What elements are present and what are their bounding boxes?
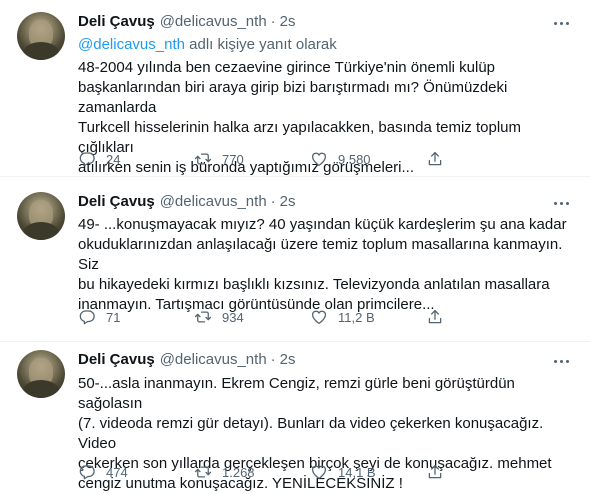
- reply-icon: [79, 152, 95, 167]
- share-icon: [428, 464, 442, 479]
- more-options-icon[interactable]: [550, 352, 572, 370]
- reply-count: 474: [106, 464, 128, 480]
- more-options-icon[interactable]: [550, 14, 572, 32]
- like-count: 14,1 B: [338, 464, 376, 480]
- share-button[interactable]: [426, 308, 454, 326]
- author-name[interactable]: Deli Çavuş: [78, 351, 155, 368]
- timestamp[interactable]: 2s: [280, 193, 296, 210]
- retweet-button[interactable]: 770: [194, 150, 310, 168]
- avatar[interactable]: [17, 192, 65, 240]
- retweet-icon: [194, 311, 212, 323]
- share-button[interactable]: [426, 463, 454, 481]
- reply-icon: [79, 465, 95, 480]
- share-icon: [428, 151, 442, 166]
- reply-mention-link[interactable]: @delicavus_nth: [78, 36, 185, 53]
- tweet-actions: 71 934 11,2 B: [78, 308, 518, 326]
- tweet-actions: 474 1.268 14,1 B: [78, 463, 518, 481]
- tweet-2[interactable]: Deli Çavuş @delicavus_nth · 2s 49- ...ko…: [0, 177, 590, 341]
- tweet-text: 49- ...konuşmayacak mıyız? 40 yaşından k…: [78, 216, 567, 313]
- tweet-1[interactable]: Deli Çavuş @delicavus_nth · 2s @delicavu…: [0, 0, 590, 176]
- reply-icon: [79, 310, 95, 325]
- reply-context: @delicavus_nth adlı kişiye yanıt olarak: [78, 36, 337, 53]
- retweet-count: 770: [222, 151, 244, 167]
- like-button[interactable]: 14,1 B: [310, 463, 426, 481]
- tweet-header: Deli Çavuş @delicavus_nth · 2s: [78, 13, 296, 30]
- reply-count: 71: [106, 309, 121, 325]
- tweet-header: Deli Çavuş @delicavus_nth · 2s: [78, 351, 296, 368]
- author-handle[interactable]: @delicavus_nth: [160, 351, 267, 368]
- reply-button[interactable]: 474: [78, 463, 194, 481]
- author-handle[interactable]: @delicavus_nth: [160, 13, 267, 30]
- avatar[interactable]: [17, 12, 65, 60]
- heart-icon: [311, 152, 327, 167]
- share-button[interactable]: [426, 150, 454, 168]
- like-button[interactable]: 9.580: [310, 150, 426, 168]
- author-handle[interactable]: @delicavus_nth: [160, 193, 267, 210]
- reply-context-label: adlı kişiye yanıt olarak: [184, 36, 337, 53]
- like-count: 11,2 B: [338, 309, 375, 325]
- separator-dot: ·: [270, 193, 276, 210]
- reply-count: 24: [106, 151, 121, 167]
- share-icon: [428, 309, 442, 324]
- retweet-count: 934: [222, 309, 244, 325]
- avatar[interactable]: [17, 350, 65, 398]
- retweet-icon: [194, 153, 212, 165]
- timestamp[interactable]: 2s: [280, 351, 296, 368]
- tweet-3[interactable]: Deli Çavuş @delicavus_nth · 2s 50-...asl…: [0, 342, 590, 492]
- separator-dot: ·: [270, 351, 276, 368]
- reply-button[interactable]: 71: [78, 308, 194, 326]
- retweet-button[interactable]: 1.268: [194, 463, 310, 481]
- tweet-actions: 24 770 9.580: [78, 150, 518, 168]
- heart-icon: [311, 465, 327, 480]
- retweet-icon: [194, 466, 212, 478]
- author-name[interactable]: Deli Çavuş: [78, 193, 155, 210]
- heart-icon: [311, 310, 327, 325]
- tweet-header: Deli Çavuş @delicavus_nth · 2s: [78, 193, 296, 210]
- reply-button[interactable]: 24: [78, 150, 194, 168]
- like-count: 9.580: [338, 151, 371, 167]
- author-name[interactable]: Deli Çavuş: [78, 13, 155, 30]
- retweet-count: 1.268: [222, 464, 255, 480]
- more-options-icon[interactable]: [550, 194, 572, 212]
- retweet-button[interactable]: 934: [194, 308, 310, 326]
- timestamp[interactable]: 2s: [280, 13, 296, 30]
- like-button[interactable]: 11,2 B: [310, 308, 426, 326]
- separator-dot: ·: [270, 13, 276, 30]
